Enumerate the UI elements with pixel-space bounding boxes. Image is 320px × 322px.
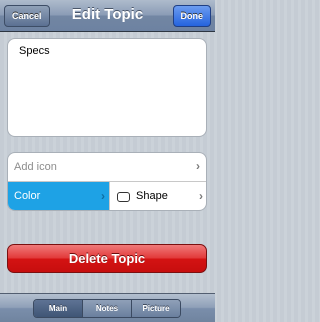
- add-icon-label: Add icon: [14, 161, 57, 173]
- section-segmented-control: Main Notes Picture: [33, 299, 181, 318]
- topic-options-group: Add icon › Color › Shape ›: [7, 152, 207, 211]
- tab-main[interactable]: Main: [34, 300, 82, 317]
- rounded-rectangle-shape-icon: [117, 192, 130, 202]
- tab-picture[interactable]: Picture: [131, 300, 180, 317]
- delete-topic-button[interactable]: Delete Topic: [7, 244, 207, 273]
- navigation-bar: Cancel Edit Topic Done: [0, 0, 215, 32]
- topic-text-area[interactable]: Specs: [7, 38, 207, 137]
- color-label: Color: [14, 190, 41, 202]
- done-button[interactable]: Done: [172, 5, 211, 27]
- chevron-right-icon: ›: [101, 189, 105, 203]
- chevron-right-icon: ›: [196, 159, 200, 173]
- shape-label: Shape: [136, 190, 168, 202]
- color-picker-cell[interactable]: Color ›: [8, 182, 109, 210]
- chevron-right-icon: ›: [199, 189, 203, 203]
- shape-picker-cell[interactable]: Shape ›: [109, 182, 206, 210]
- tab-notes[interactable]: Notes: [82, 300, 131, 317]
- bottom-toolbar: Main Notes Picture: [0, 293, 215, 322]
- add-icon-row[interactable]: Add icon ›: [8, 153, 206, 182]
- topic-text: Specs: [19, 45, 50, 57]
